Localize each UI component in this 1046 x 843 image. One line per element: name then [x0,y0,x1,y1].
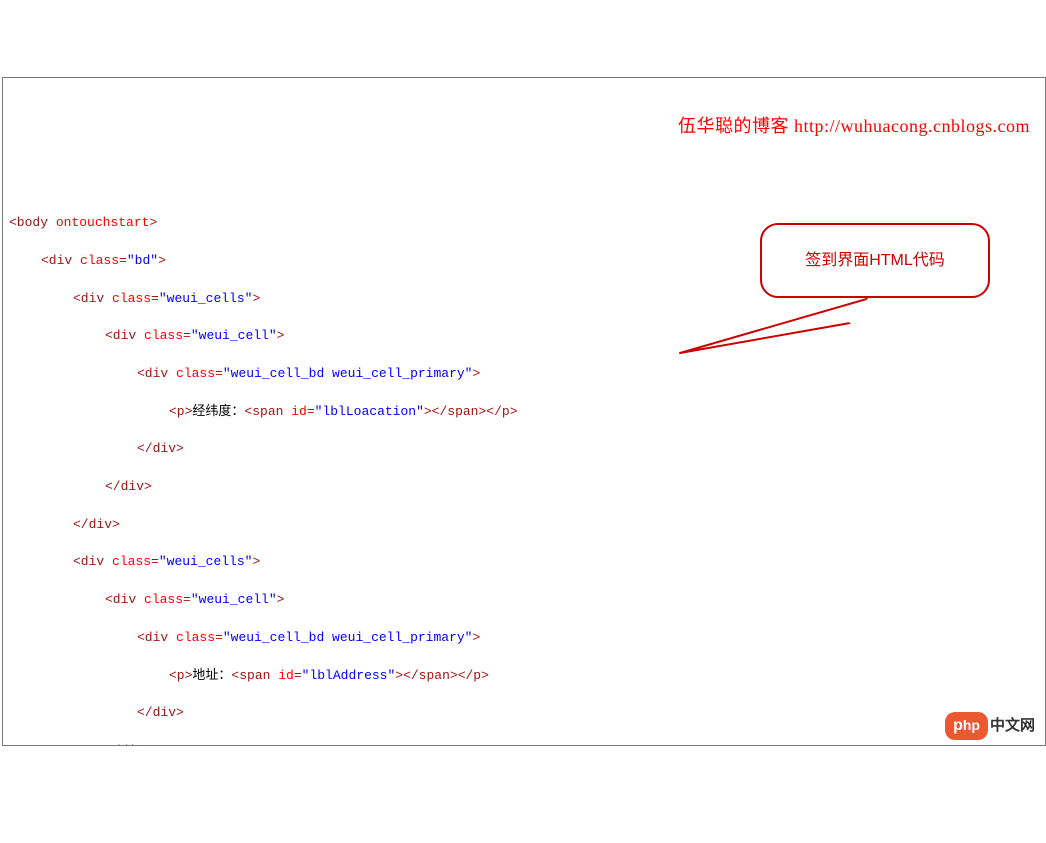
code-line[interactable]: <div class="weui_cell"> [9,591,1039,610]
code-line[interactable]: </div> [9,516,1039,535]
code-line[interactable]: <div class="weui_cells"> [9,553,1039,572]
annotation-callout: 签到界面HTML代码 [760,223,990,298]
code-line[interactable]: <div class="weui_cell"> [9,327,1039,346]
callout-label: 签到界面HTML代码 [805,249,945,272]
code-editor-panel: 伍华聪的博客 http://wuhuacong.cnblogs.com 签到界面… [2,77,1046,746]
code-line[interactable]: </div> [9,478,1039,497]
php-cn-text: 中文网 [990,715,1035,737]
php-cn-logo: php 中文网 [945,712,1035,740]
code-line[interactable]: <div class="weui_cell_bd weui_cell_prima… [9,629,1039,648]
code-line[interactable]: </div> [9,704,1039,723]
code-line[interactable]: </div> [9,742,1039,746]
php-badge-icon: php [945,712,988,740]
watermark-text: 伍华聪的博客 http://wuhuacong.cnblogs.com [678,113,1030,139]
code-line[interactable]: <div class="weui_cell_bd weui_cell_prima… [9,365,1039,384]
code-line[interactable]: <p>地址：<span id="lblAddress"></span></p> [9,667,1039,686]
code-line[interactable]: <p>经纬度：<span id="lblLoacation"></span></… [9,403,1039,422]
code-line[interactable]: </div> [9,440,1039,459]
